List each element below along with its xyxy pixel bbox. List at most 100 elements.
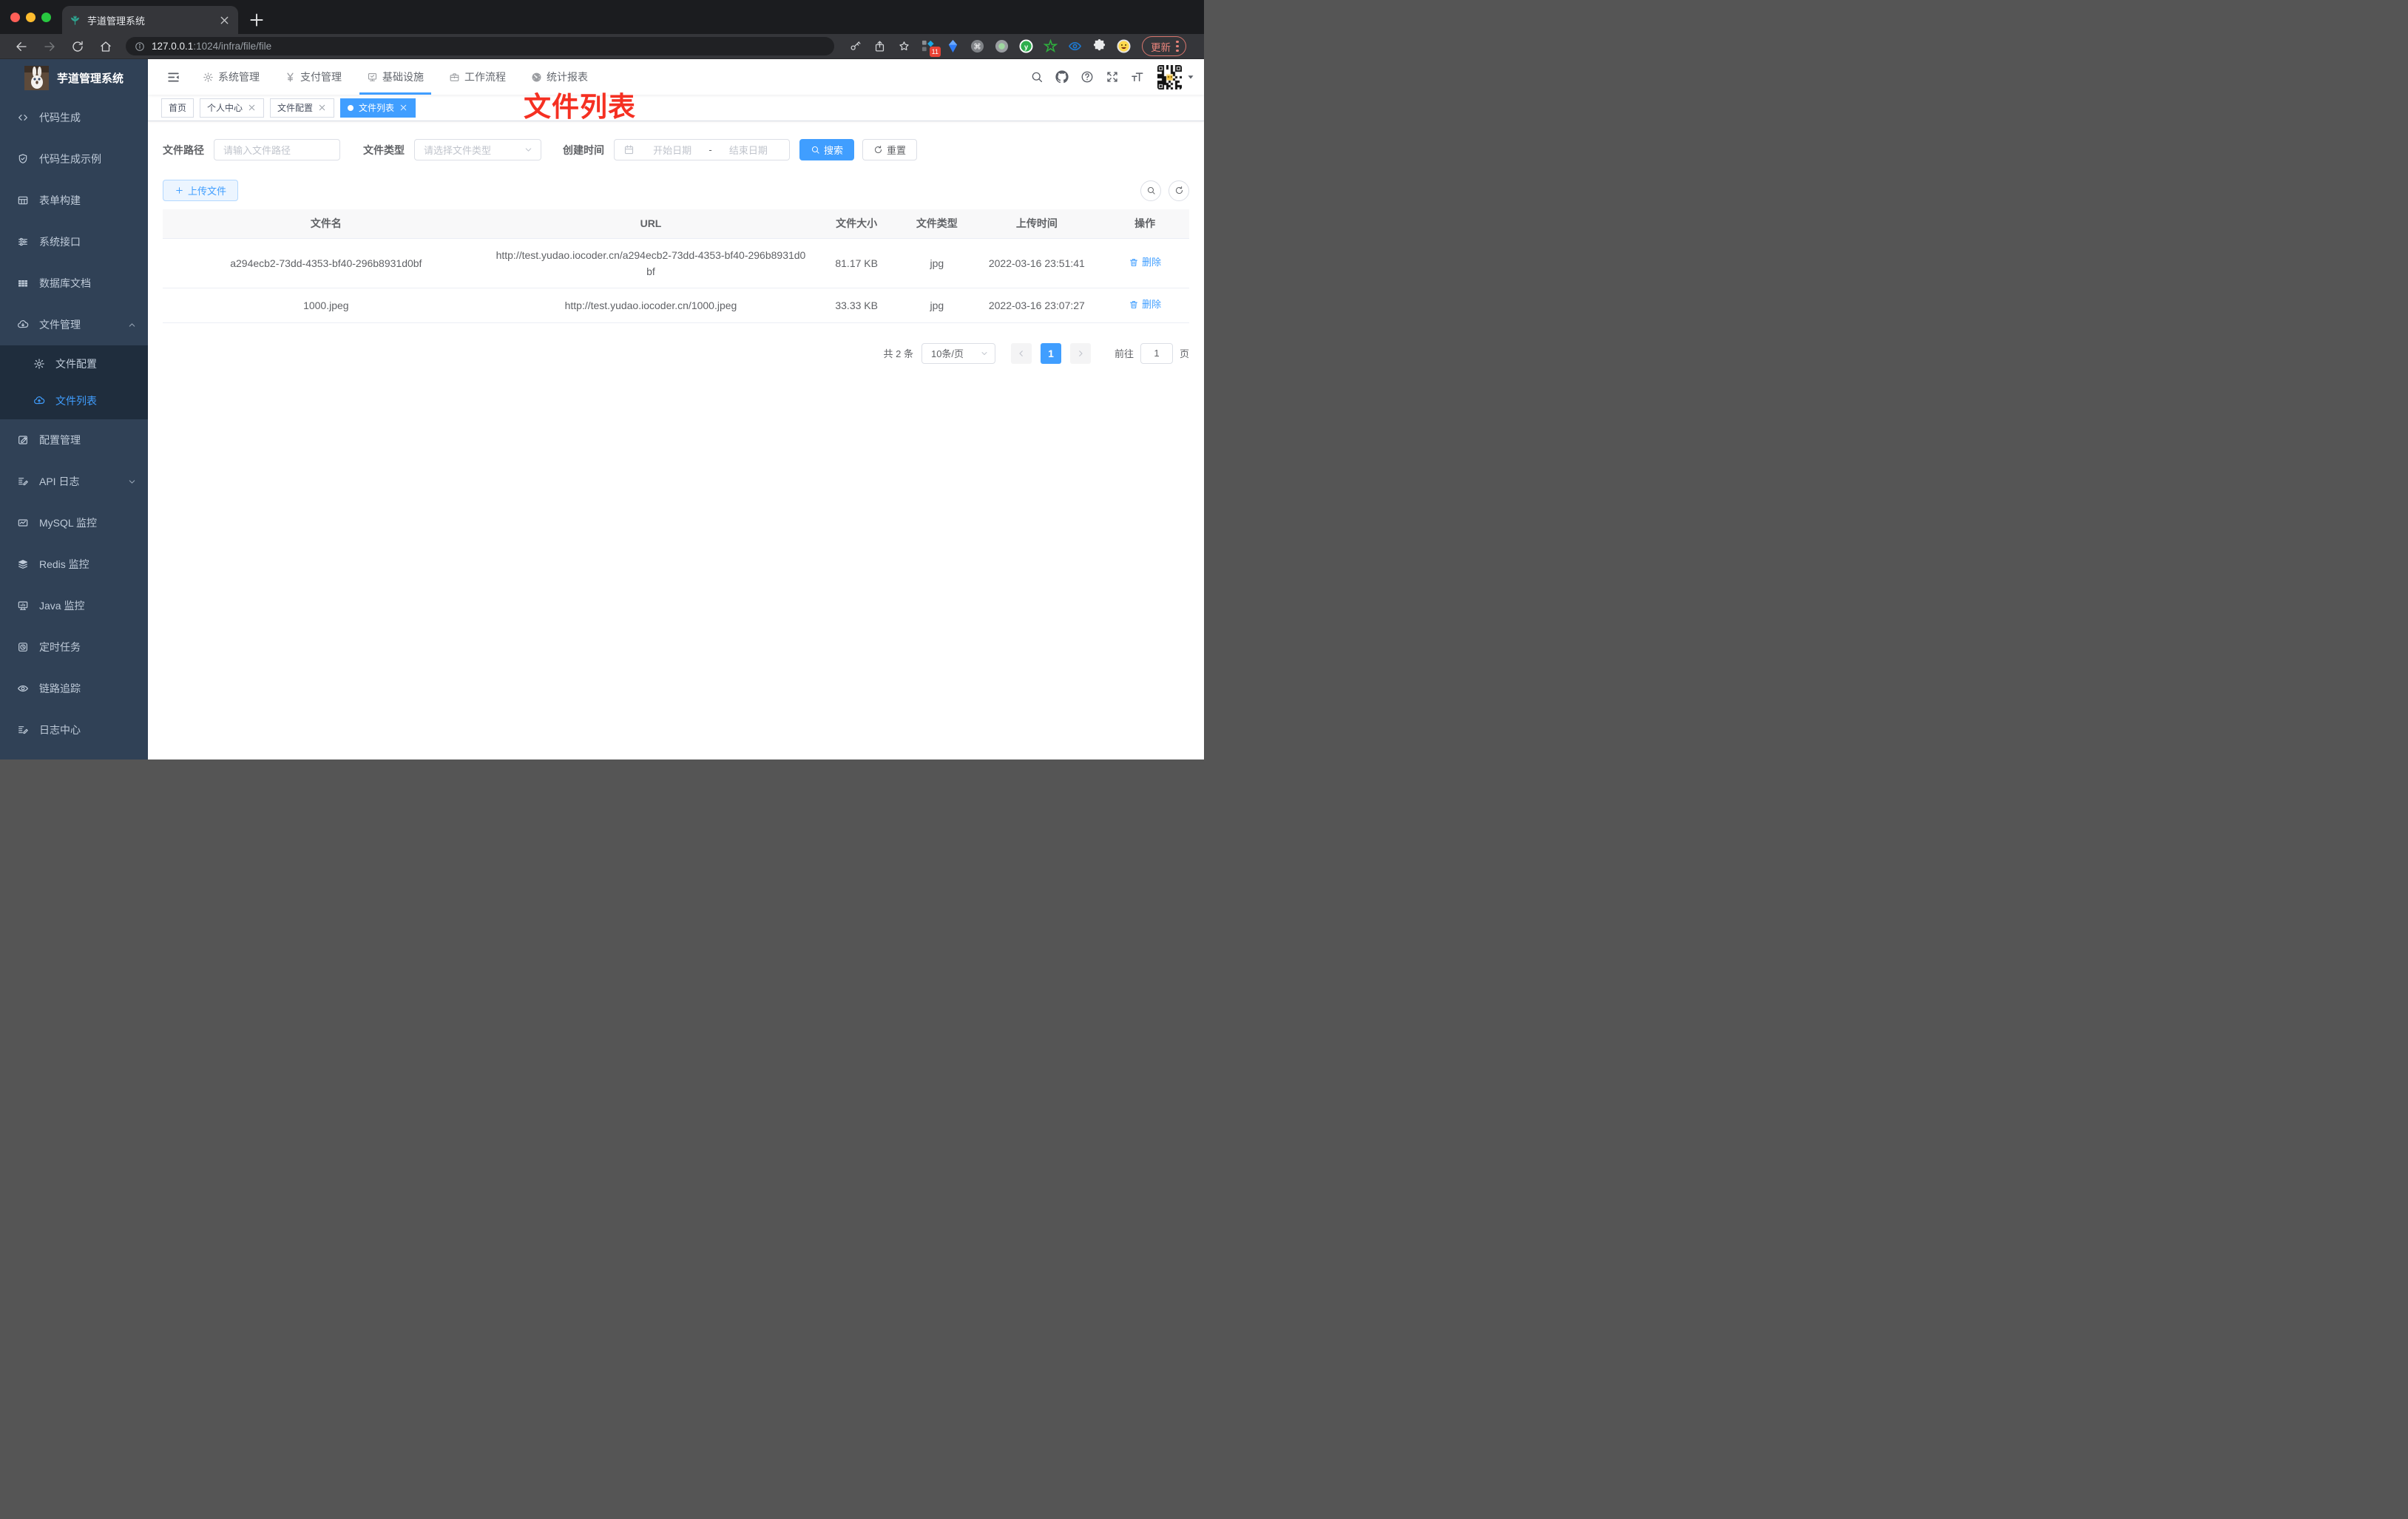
browser-update-button[interactable]: 更新 bbox=[1142, 36, 1186, 56]
date-range-picker[interactable]: 开始日期 - 结束日期 bbox=[614, 139, 790, 160]
sidebar-item[interactable]: 代码生成 bbox=[0, 97, 148, 138]
sidebar-item[interactable]: 文件配置 bbox=[0, 345, 148, 382]
address-bar[interactable]: 127.0.0.1:1024/infra/file/file bbox=[126, 37, 834, 55]
refresh-table-button[interactable] bbox=[1169, 180, 1189, 201]
refresh-icon bbox=[873, 145, 883, 155]
github-icon[interactable] bbox=[1055, 70, 1069, 84]
sidebar-item[interactable]: 系统接口 bbox=[0, 221, 148, 263]
sidebar-item[interactable]: 数据库文档 bbox=[0, 263, 148, 304]
chevron-icon bbox=[127, 396, 137, 406]
close-icon[interactable] bbox=[317, 103, 327, 112]
top-menu-item[interactable]: 统计报表 bbox=[518, 59, 601, 95]
tiles-extension-icon[interactable]: 11 bbox=[921, 39, 941, 57]
close-icon[interactable] bbox=[399, 103, 408, 112]
command-extension-icon[interactable]: ⌘ bbox=[970, 39, 984, 53]
star-extension-icon[interactable] bbox=[1044, 39, 1058, 53]
help-icon[interactable] bbox=[1080, 70, 1094, 84]
sidebar-item[interactable]: Redis 监控 bbox=[0, 544, 148, 585]
forward-icon[interactable] bbox=[43, 40, 56, 53]
tag-label: 个人中心 bbox=[207, 103, 243, 113]
close-window-button[interactable] bbox=[10, 13, 20, 22]
end-date-placeholder[interactable]: 结束日期 bbox=[715, 143, 782, 157]
view-tag[interactable]: 文件配置 bbox=[270, 98, 335, 118]
edit-icon bbox=[17, 434, 29, 446]
current-page[interactable]: 1 bbox=[1040, 342, 1061, 364]
search-icon[interactable] bbox=[1030, 70, 1044, 84]
cell-time: 2022-03-16 23:07:27 bbox=[973, 288, 1101, 323]
bookmark-star-icon[interactable] bbox=[898, 40, 910, 53]
cell-type: jpg bbox=[901, 238, 973, 288]
delete-button[interactable]: 删除 bbox=[1129, 254, 1161, 271]
next-page-button[interactable] bbox=[1069, 342, 1091, 364]
share-icon[interactable] bbox=[873, 40, 886, 53]
upload-file-button[interactable]: 上传文件 bbox=[163, 180, 239, 201]
table-tools bbox=[1140, 180, 1189, 201]
window-controls[interactable] bbox=[10, 13, 51, 22]
record-extension-icon[interactable] bbox=[995, 39, 1009, 53]
view-tag[interactable]: 个人中心 bbox=[200, 98, 265, 118]
page-size-select[interactable]: 10条/页 bbox=[921, 342, 995, 364]
sidebar-item-label: Java 监控 bbox=[39, 600, 85, 612]
sidebar-item[interactable]: 链路追踪 bbox=[0, 668, 148, 709]
collapse-sidebar-icon[interactable] bbox=[166, 70, 180, 84]
top-menu-item[interactable]: 系统管理 bbox=[190, 59, 272, 95]
minimize-window-button[interactable] bbox=[26, 13, 35, 22]
puzzle-extension-icon[interactable] bbox=[1092, 39, 1106, 53]
fullscreen-icon[interactable] bbox=[1106, 70, 1119, 84]
emoji-extension-icon[interactable] bbox=[1117, 39, 1131, 53]
file-path-input[interactable]: 请输入文件路径 bbox=[214, 139, 340, 160]
password-key-icon[interactable] bbox=[849, 40, 862, 53]
font-size-icon[interactable] bbox=[1131, 70, 1144, 84]
sidebar-item[interactable]: 文件管理 bbox=[0, 304, 148, 345]
search-button[interactable]: 搜索 bbox=[799, 139, 855, 160]
file-type-placeholder: 请选择文件类型 bbox=[424, 145, 492, 156]
sidebar-item[interactable]: 代码生成示例 bbox=[0, 138, 148, 180]
top-menu-label: 工作流程 bbox=[464, 71, 506, 83]
reload-icon[interactable] bbox=[71, 40, 84, 53]
browser-tab[interactable]: 芋道管理系统 bbox=[62, 6, 238, 34]
doc-edit-icon bbox=[17, 476, 29, 487]
top-menu-item[interactable]: 支付管理 bbox=[272, 59, 354, 95]
view-tag[interactable]: 文件列表 bbox=[340, 98, 416, 118]
sidebar-item[interactable]: 定时任务 bbox=[0, 626, 148, 668]
new-tab-button[interactable] bbox=[247, 10, 266, 30]
avatar[interactable] bbox=[1157, 64, 1182, 89]
file-path-label: 文件路径 bbox=[163, 143, 204, 156]
y-extension-icon[interactable]: y bbox=[1019, 39, 1033, 53]
top-menu-item[interactable]: 工作流程 bbox=[436, 59, 518, 95]
close-icon[interactable] bbox=[247, 103, 257, 112]
prev-page-button[interactable] bbox=[1010, 342, 1032, 364]
show-search-button[interactable] bbox=[1140, 180, 1161, 201]
eye-icon bbox=[17, 683, 29, 694]
balloon-extension-icon[interactable] bbox=[946, 39, 960, 53]
chart-icon bbox=[17, 517, 29, 529]
sidebar-item[interactable]: Java 监控 bbox=[0, 585, 148, 626]
sidebar-logo[interactable]: 芋道管理系统 bbox=[0, 59, 148, 96]
sidebar-item[interactable]: 日志中心 bbox=[0, 709, 148, 751]
range-separator: - bbox=[708, 144, 712, 155]
home-icon[interactable] bbox=[99, 40, 112, 53]
sidebar-item[interactable]: 文件列表 bbox=[0, 382, 148, 419]
start-date-placeholder[interactable]: 开始日期 bbox=[639, 143, 706, 157]
delete-button[interactable]: 删除 bbox=[1129, 297, 1161, 313]
caret-down-icon[interactable] bbox=[1186, 72, 1195, 81]
site-info-icon[interactable] bbox=[135, 41, 145, 52]
eye-extension-icon[interactable] bbox=[1068, 39, 1082, 53]
sidebar-item[interactable]: MySQL 监控 bbox=[0, 502, 148, 544]
sidebar-item[interactable]: API 日志 bbox=[0, 461, 148, 502]
browser-menu-icon[interactable] bbox=[1176, 40, 1179, 53]
table-header-row: 文件名 URL 文件大小 文件类型 上传时间 操作 bbox=[163, 209, 1189, 239]
tab-close-icon[interactable] bbox=[218, 14, 231, 27]
top-menu-label: 系统管理 bbox=[218, 71, 260, 83]
reset-button[interactable]: 重置 bbox=[862, 139, 918, 160]
view-tag[interactable]: 首页 bbox=[161, 98, 195, 118]
top-menu-item[interactable]: 基础设施 bbox=[354, 59, 436, 95]
back-icon[interactable] bbox=[15, 40, 28, 53]
file-type-select[interactable]: 请选择文件类型 bbox=[414, 139, 541, 160]
sidebar-item[interactable]: 配置管理 bbox=[0, 419, 148, 461]
sidebar-item[interactable]: 表单构建 bbox=[0, 180, 148, 221]
create-time-label: 创建时间 bbox=[563, 143, 604, 156]
url-text[interactable]: 127.0.0.1:1024/infra/file/file bbox=[152, 41, 271, 52]
goto-page-input[interactable]: 1 bbox=[1140, 342, 1173, 364]
maximize-window-button[interactable] bbox=[41, 13, 51, 22]
